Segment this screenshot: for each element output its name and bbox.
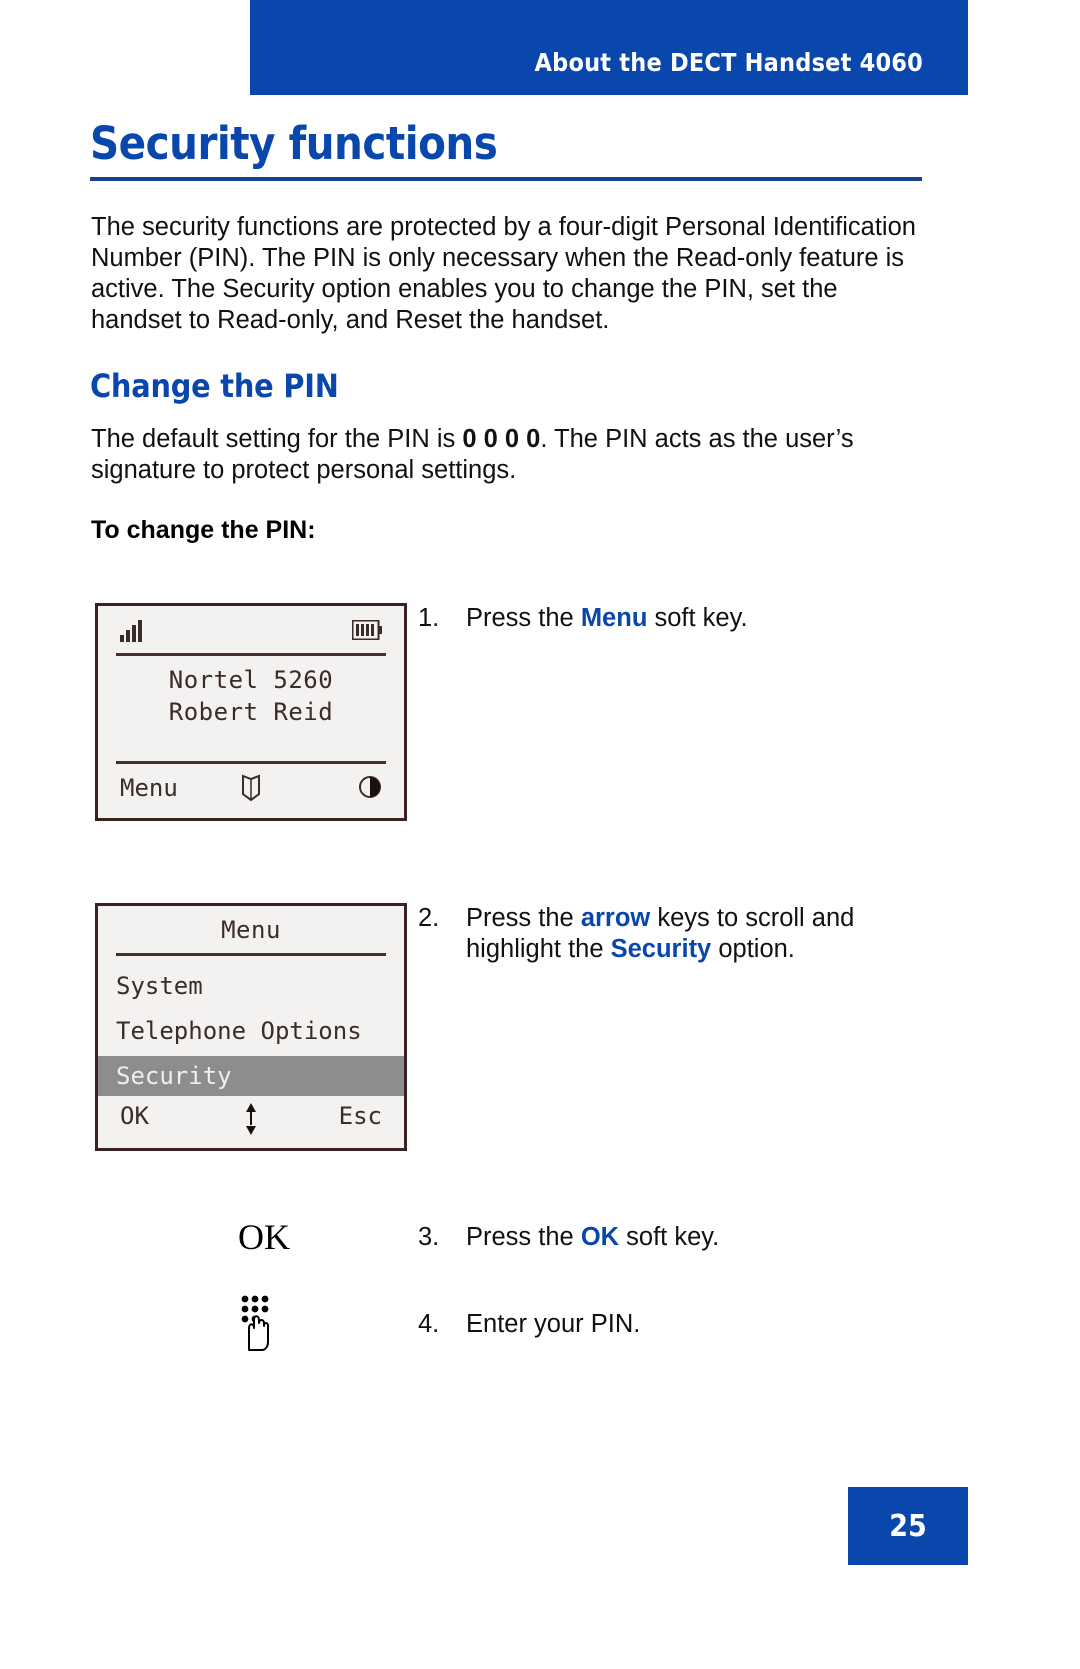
softkey-ok-label[interactable]: OK [120, 1102, 149, 1130]
step-4: 4. Enter your PIN. [418, 1309, 918, 1349]
step-1: 1. Press the Menu soft key. [418, 603, 918, 643]
step-3: 3. Press the OK soft key. [418, 1222, 918, 1262]
step-3-before: Press the [466, 1223, 581, 1251]
ok-softkey-glyph: OK [238, 1217, 290, 1257]
lcd-menu-title: Menu [221, 916, 281, 944]
menu-item-telephone-options[interactable]: Telephone Options [98, 1011, 404, 1051]
step-2-after: keys to scroll and [650, 904, 855, 932]
title-divider [90, 177, 922, 181]
menu-item-system[interactable]: System [98, 966, 404, 1006]
softkey-esc-label[interactable]: Esc [339, 1102, 382, 1130]
contrast-icon[interactable] [358, 774, 382, 806]
menu-item-security[interactable]: Security [98, 1056, 404, 1096]
page-title: Security functions [90, 117, 498, 170]
step-2: 2. Press the arrow keys to scroll and hi… [418, 903, 918, 983]
step-3-after: soft key. [619, 1223, 720, 1251]
step-2-line2-keyword: Security [610, 935, 712, 963]
lcd-line-user-name: Robert Reid [168, 698, 334, 726]
step-2-line2-before: highlight the [466, 935, 611, 963]
page-header-bar: About the DECT Handset 4060 [250, 0, 968, 95]
step-1-before: Press the [466, 604, 581, 632]
signal-bars-icon [120, 620, 142, 642]
step-1-text: Press the Menu soft key. [466, 603, 886, 634]
intro-paragraph: The security functions are protected by … [91, 213, 916, 334]
pin-para-text-before: The default setting for the PIN is [91, 425, 463, 453]
header-title: About the DECT Handset 4060 [534, 48, 923, 77]
phonebook-icon[interactable] [241, 774, 261, 808]
step-3-text: Press the OK soft key. [466, 1222, 886, 1253]
step-4-number: 4. [418, 1310, 440, 1338]
battery-icon [352, 620, 382, 640]
section-heading: Change the PIN [90, 367, 339, 405]
lcd-status-bar [98, 606, 404, 652]
softkey-menu-label[interactable]: Menu [120, 774, 178, 802]
handset-screen-idle: Nortel 5260 Robert Reid Menu [95, 603, 407, 821]
step-3-keyword: OK [580, 1223, 620, 1251]
step-2-text: Press the arrow keys to scroll and highl… [466, 903, 886, 965]
lcd-menu-softkey-row: OK Esc [98, 1102, 404, 1142]
step-3-number: 3. [418, 1223, 440, 1251]
lcd-menu-divider [116, 953, 386, 956]
lcd-line-system-name: Nortel 5260 [168, 666, 334, 694]
lcd-divider-bottom [116, 761, 386, 764]
keypad-hand-icon [241, 1295, 269, 1351]
step-2-before: Press the [466, 904, 581, 932]
step-4-text: Enter your PIN. [466, 1310, 641, 1338]
procedure-label: To change the PIN: [91, 516, 316, 544]
step-1-number: 1. [418, 604, 440, 632]
page-number: 25 [889, 1509, 927, 1544]
step-2-number: 2. [418, 904, 440, 932]
lcd-divider-top [116, 653, 386, 656]
step-1-keyword: Menu [580, 604, 648, 632]
step-1-after: soft key. [647, 604, 748, 632]
lcd-softkey-row: Menu [98, 774, 404, 814]
page-number-box: 25 [848, 1487, 968, 1565]
handset-screen-menu: Menu System Telephone Options Security O… [95, 903, 407, 1151]
step-2-line2-after: option. [711, 935, 795, 963]
step-2-keyword: arrow [580, 904, 651, 932]
pin-default-paragraph: The default setting for the PIN is 0 0 0… [91, 424, 926, 486]
pin-default-value: 0 0 0 0 [462, 425, 541, 453]
up-down-arrow-icon[interactable] [243, 1102, 259, 1142]
